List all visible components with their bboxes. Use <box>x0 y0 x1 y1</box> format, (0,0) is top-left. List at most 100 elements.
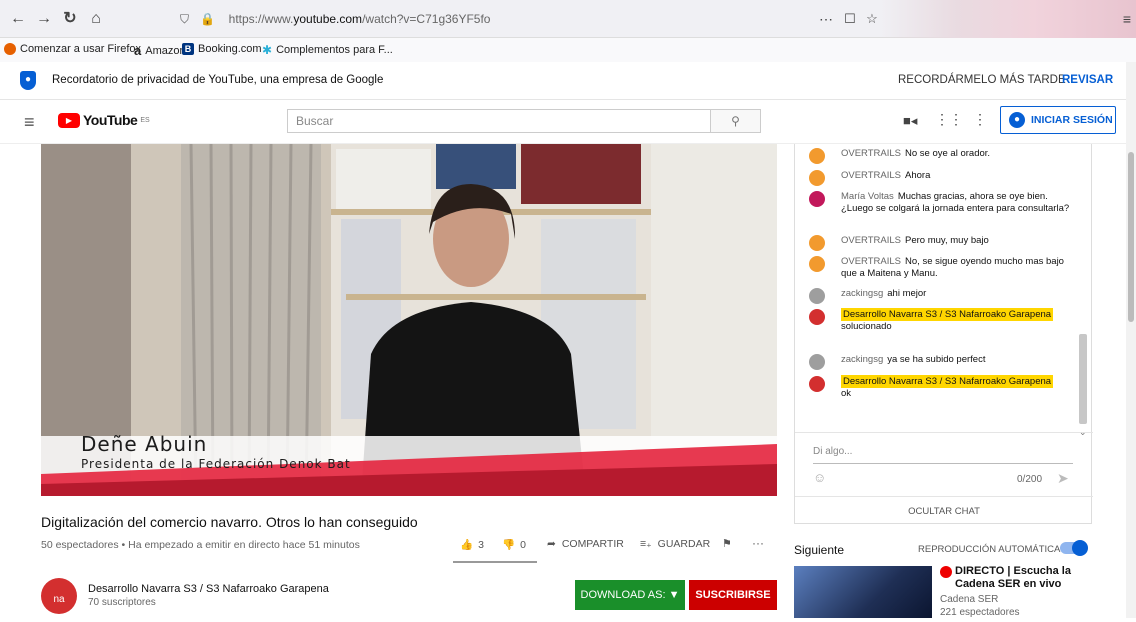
lower-third-role: Presidenta de la Federación Denok Bat <box>81 457 351 471</box>
chat-owner-author: Desarrollo Navarra S3 / S3 Nafarroako Ga… <box>841 308 1054 321</box>
amazon-icon: a <box>134 43 142 58</box>
more-actions-icon[interactable]: ··· <box>752 536 764 550</box>
chat-input[interactable]: Di algo... <box>813 446 1073 464</box>
pocket-icon[interactable]: ☐ <box>840 9 860 29</box>
reload-icon[interactable]: ↻ <box>60 9 80 29</box>
up-next-label: Siguiente <box>794 543 845 557</box>
chat-input-placeholder: Di algo... <box>813 446 853 457</box>
user-avatar <box>809 288 825 304</box>
browser-toolbar: ← → ↻ ⌂ ⛉ 🔒 https://www.youtube.com/watc… <box>0 0 1136 38</box>
live-dot-icon <box>940 566 952 578</box>
logo-region: ES <box>140 116 150 124</box>
bookmark-addons[interactable]: ✱ Complementos para F... <box>262 43 393 57</box>
review-button[interactable]: REVISAR <box>1062 74 1113 86</box>
next-video-viewers: 221 espectadores <box>940 607 1020 618</box>
video-meta: 50 espectadores • Ha empezado a emitir e… <box>41 539 360 551</box>
url-prefix: https://www. <box>228 12 294 26</box>
user-avatar <box>809 354 825 370</box>
toggle-knob <box>1072 540 1088 556</box>
video-title: Digitalización del comercio navarro. Otr… <box>41 514 418 530</box>
youtube-header: ≡ ▶ YouTube ES Buscar ⚲ ■◂ ⋮⋮ ⋮ ● INICIA… <box>0 100 1126 144</box>
user-avatar <box>809 191 825 207</box>
bookmark-star-icon[interactable]: ☆ <box>862 9 882 29</box>
apps-grid-icon[interactable]: ⋮⋮ <box>935 111 963 128</box>
channel-name[interactable]: Desarrollo Navarra S3 / S3 Nafarroako Ga… <box>88 583 329 595</box>
chat-scrollbar[interactable] <box>1079 334 1087 424</box>
lock-icon: 🔒 <box>200 12 216 26</box>
signin-button[interactable]: ● INICIAR SESIÓN <box>1000 106 1116 134</box>
youtube-logo[interactable]: ▶ YouTube ES <box>58 112 150 128</box>
firefox-icon <box>4 43 16 55</box>
user-avatar <box>809 148 825 164</box>
dislike-count: 0 <box>520 538 526 551</box>
channel-avatar[interactable]: na <box>41 578 77 614</box>
flag-icon[interactable]: ⚑ <box>722 537 732 550</box>
chat-text: ok <box>841 388 852 399</box>
account-icon: ● <box>1009 112 1025 128</box>
user-avatar <box>809 235 825 251</box>
share-label: COMPARTIR <box>561 538 624 550</box>
remind-later-button[interactable]: RECORDÁRMELO MÁS TARDE <box>898 74 1066 86</box>
subscribe-button[interactable]: SUSCRIBIRSE <box>689 580 777 610</box>
chat-text: Ahora <box>905 170 931 181</box>
bookmark-amazon[interactable]: a Amazon <box>134 43 186 58</box>
video-player[interactable]: Deñe Abuin Presidenta de la Federación D… <box>41 144 777 496</box>
emoji-icon[interactable]: ☺ <box>813 470 826 485</box>
chat-author: María Voltas <box>841 191 894 202</box>
avatar-text: na <box>53 594 65 605</box>
url-bar[interactable]: ⛉ 🔒 https://www.youtube.com/watch?v=C71g… <box>180 7 810 31</box>
home-icon[interactable]: ⌂ <box>86 9 106 29</box>
chat-divider <box>795 432 1093 433</box>
bookmark-booking[interactable]: B Booking.com <box>182 43 262 55</box>
bookmark-firefox[interactable]: Comenzar a usar Firefox <box>4 43 141 55</box>
thumbnail-image <box>794 566 932 618</box>
next-video-title[interactable]: DIRECTO | Escucha la Cadena SER en vivo <box>955 565 1087 591</box>
user-avatar <box>809 256 825 272</box>
privacy-text: Recordatorio de privacidad de YouTube, u… <box>52 74 384 86</box>
thumbs-up-icon: 👍 <box>460 539 474 551</box>
theme-artwork <box>880 0 1136 38</box>
save-button[interactable]: ≡₊ GUARDAR <box>640 538 710 550</box>
search-placeholder: Buscar <box>296 114 334 128</box>
logo-text: YouTube <box>83 112 138 128</box>
chat-text: Pero muy, muy bajo <box>905 235 989 246</box>
like-button[interactable]: 👍 3 <box>460 538 484 552</box>
search-icon[interactable]: ⚲ <box>710 109 761 133</box>
autoplay-label: REPRODUCCIÓN AUTOMÁTICA <box>918 544 1061 555</box>
bookmark-label: Complementos para F... <box>276 44 393 56</box>
chat-author: OVERTRAILS <box>841 235 902 246</box>
subscriber-count: 70 suscriptores <box>88 597 156 608</box>
settings-more-icon[interactable]: ⋮ <box>973 111 987 128</box>
download-as-button[interactable]: DOWNLOAD AS: ▼ <box>575 580 685 610</box>
privacy-banner: ● Recordatorio de privacidad de YouTube,… <box>0 62 1126 100</box>
menu-icon[interactable]: ≡ <box>1117 9 1136 29</box>
forward-icon[interactable]: → <box>34 9 54 29</box>
url-host: youtube.com <box>293 12 363 26</box>
bookmarks-bar: Comenzar a usar Firefox a Amazon B Booki… <box>0 38 1136 62</box>
chat-owner-author: Desarrollo Navarra S3 / S3 Nafarroako Ga… <box>841 375 1054 388</box>
share-button[interactable]: ➦ COMPARTIR <box>547 538 624 550</box>
live-chat: OVERTRAILS No se oye al orador. OVERTRAIL… <box>794 144 1093 524</box>
hide-chat-button[interactable]: OCULTAR CHAT <box>795 506 1093 517</box>
next-video-thumbnail[interactable] <box>794 566 932 618</box>
playlist-add-icon: ≡₊ <box>640 538 652 550</box>
privacy-shield-icon: ● <box>20 71 36 90</box>
page-scrollbar-thumb[interactable] <box>1128 152 1134 322</box>
page-actions-icon[interactable]: ⋯ <box>816 9 836 29</box>
next-video-channel: Cadena SER <box>940 594 999 605</box>
save-label: GUARDAR <box>657 538 711 550</box>
autoplay-toggle[interactable] <box>1060 540 1088 556</box>
send-icon[interactable]: ➤ <box>1057 470 1069 487</box>
chat-author: zackingsg <box>841 288 884 299</box>
hamburger-icon[interactable]: ≡ <box>24 113 35 131</box>
lower-third-name: Deñe Abuin <box>81 432 208 456</box>
page-scrollbar[interactable] <box>1126 62 1136 618</box>
signin-label: INICIAR SESIÓN <box>1031 114 1113 126</box>
create-video-icon[interactable]: ■◂ <box>903 113 917 129</box>
back-icon[interactable]: ← <box>8 9 28 29</box>
share-icon: ➦ <box>547 538 556 550</box>
chat-author: OVERTRAILS <box>841 256 902 267</box>
url-path: /watch?v=C71g36YF5fo <box>362 12 491 26</box>
search-input[interactable]: Buscar <box>287 109 761 133</box>
dislike-button[interactable]: 👎 0 <box>502 538 526 552</box>
